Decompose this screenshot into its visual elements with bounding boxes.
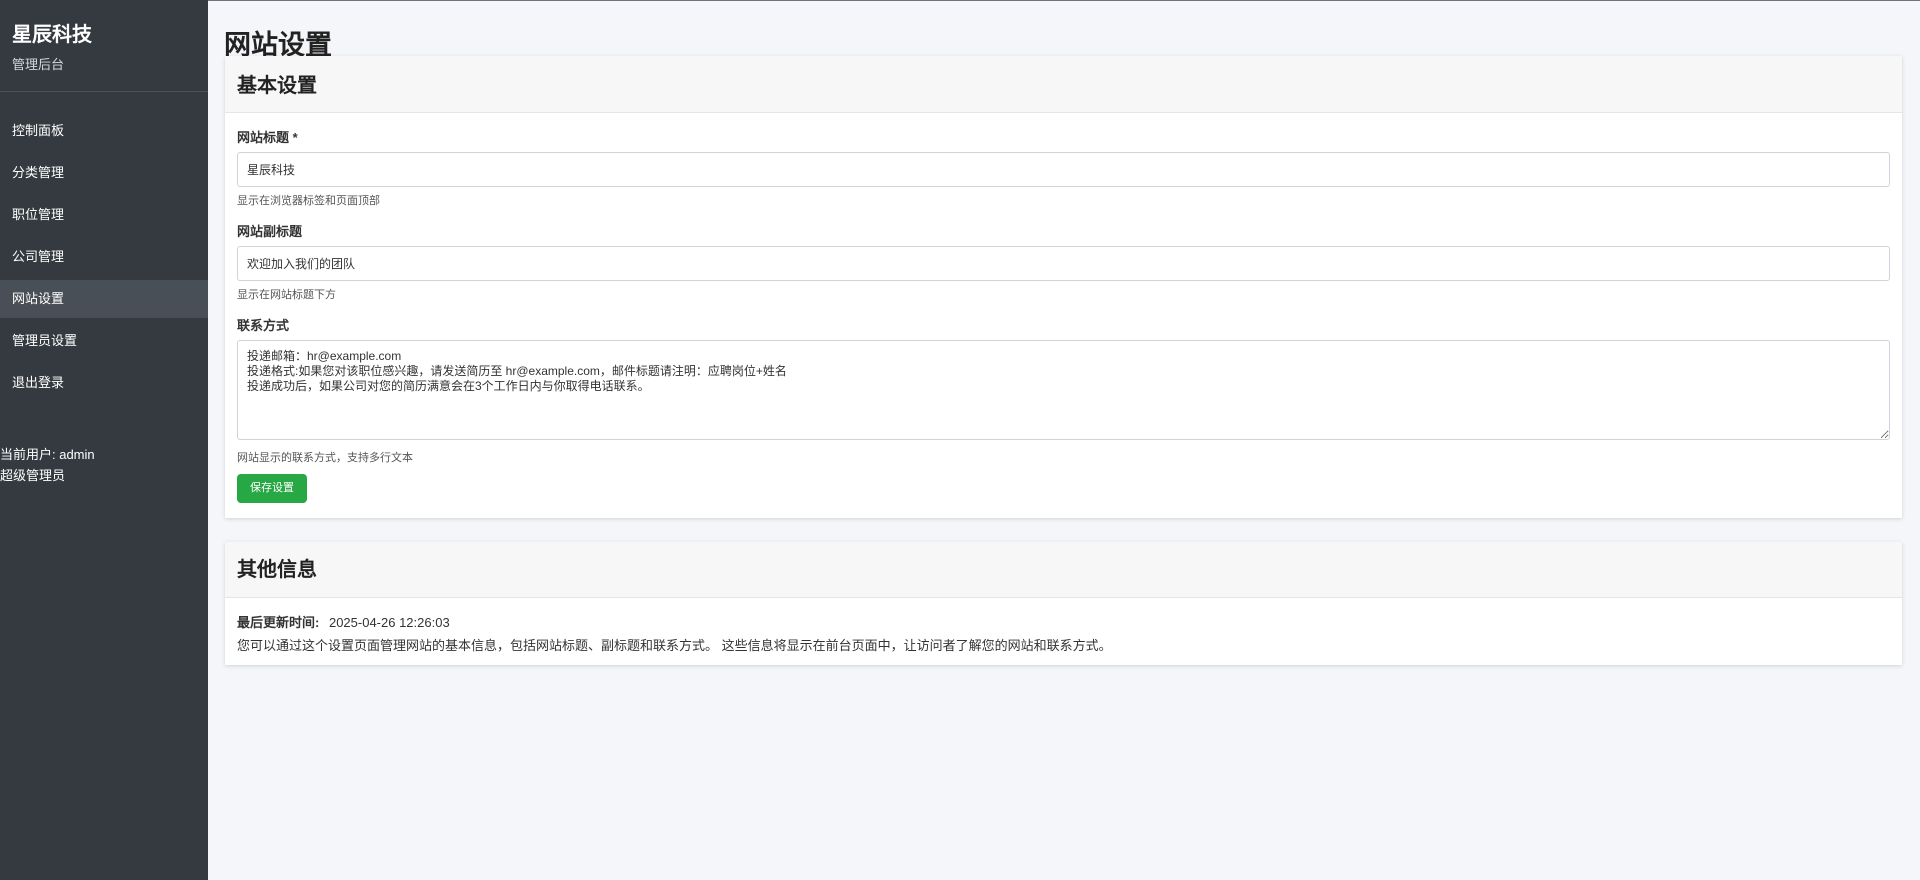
sidebar-nav: 控制面板 分类管理 职位管理 公司管理 网站设置 管理员设置 退出登录 [0, 112, 208, 402]
contact-help: 网站显示的联系方式，支持多行文本 [237, 452, 413, 464]
last-updated-value: 2025-04-26 12:26:03 [328, 615, 450, 630]
site-subtitle-input[interactable] [237, 246, 1890, 281]
other-info-card: 其他信息 最后更新时间: 2025-04-26 12:26:03 您可以通过这个… [225, 542, 1902, 665]
site-subtitle-help: 显示在网站标题下方 [237, 289, 336, 301]
sidebar-item-logout[interactable]: 退出登录 [0, 364, 208, 402]
other-info-header: 其他信息 [225, 542, 1902, 598]
brand-subtitle: 管理后台 [12, 57, 65, 72]
sidebar-item-site-settings[interactable]: 网站设置 [0, 280, 208, 318]
site-subtitle-label: 网站副标题 [237, 224, 303, 239]
basic-settings-card: 基本设置 网站标题 * 显示在浏览器标签和页面顶部 网站副标题 显示在网站标题下… [225, 56, 1902, 518]
user-info: 当前用户: admin 超级管理员 [0, 444, 208, 486]
last-updated-row: 最后更新时间: 2025-04-26 12:26:03 [237, 612, 1890, 631]
save-settings-button[interactable]: 保存设置 [237, 474, 307, 503]
site-title-input[interactable] [237, 152, 1890, 187]
basic-settings-header: 基本设置 [225, 56, 1902, 113]
sidebar-item-dashboard[interactable]: 控制面板 [0, 112, 208, 150]
brand: 星辰科技 管理后台 [0, 0, 208, 92]
sidebar: 星辰科技 管理后台 控制面板 分类管理 职位管理 公司管理 网站设置 管理员设置… [0, 0, 208, 880]
user-role: 超级管理员 [0, 468, 66, 483]
contact-label: 联系方式 [237, 318, 290, 333]
current-user: 当前用户: admin [0, 447, 95, 462]
brand-title: 星辰科技 [12, 24, 92, 46]
sidebar-item-categories[interactable]: 分类管理 [0, 154, 208, 192]
contact-textarea[interactable]: 投递邮箱：hr@example.com 投递格式:如果您对该职位感兴趣，请发送简… [237, 340, 1890, 440]
site-title-help: 显示在浏览器标签和页面顶部 [237, 195, 380, 207]
main-content: 网站设置 基本设置 网站标题 * 显示在浏览器标签和页面顶部 网站副标题 显示在… [208, 0, 1920, 880]
other-info-description: 您可以通过这个设置页面管理网站的基本信息，包括网站标题、副标题和联系方式。 这些… [237, 638, 1112, 653]
sidebar-item-admin-settings[interactable]: 管理员设置 [0, 322, 208, 360]
sidebar-item-companies[interactable]: 公司管理 [0, 238, 208, 276]
last-updated-label: 最后更新时间: [237, 615, 320, 630]
site-title-label: 网站标题 * [237, 130, 298, 145]
sidebar-item-jobs[interactable]: 职位管理 [0, 196, 208, 234]
